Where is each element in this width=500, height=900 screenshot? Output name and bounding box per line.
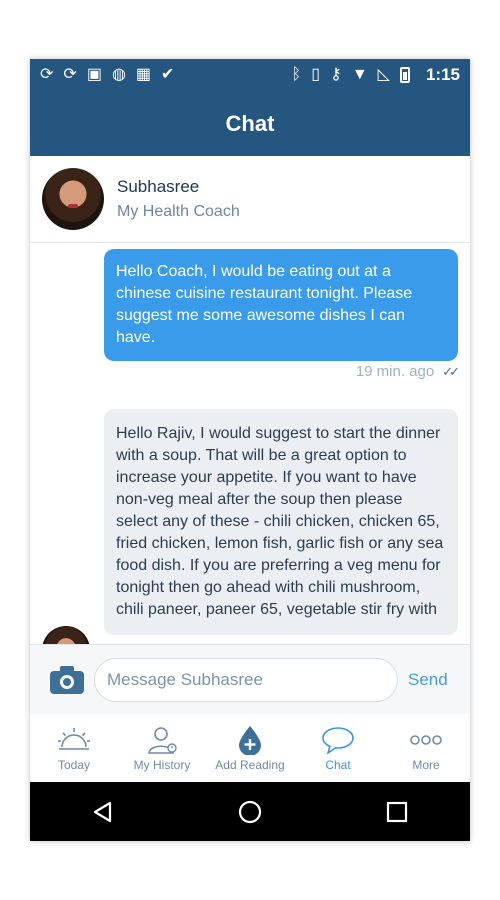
no-signal-icon: ◺ [377,66,390,83]
send-button[interactable]: Send [408,670,448,690]
coach-role: My Health Coach [117,203,240,220]
home-button[interactable] [220,792,280,832]
coach-name: Subhasree [117,177,200,196]
page-title: Chat [225,110,275,136]
vibrate-icon: ▯ [311,66,321,83]
coach-header[interactable]: Subhasree My Health Coach [30,156,470,243]
message-input[interactable] [94,658,398,702]
coach-avatar[interactable] [42,168,104,230]
wifi-icon: ▼ [351,66,368,83]
android-nav-bar [30,782,470,841]
tab-label-chat: Chat [325,758,351,772]
recents-button[interactable] [367,792,427,832]
app-bar: Chat [30,91,470,157]
back-triangle-icon [94,801,112,822]
tab-today[interactable]: Today [30,714,118,782]
sync-icon: ⟳ [63,66,77,83]
message-list[interactable]: Hello Coach, I would be eating out at a … [30,243,470,644]
sync-icon: ⟳ [40,66,54,83]
more-dots-icon [409,726,443,754]
recents-square-icon [386,801,407,822]
calendar-icon: ▦ [135,66,152,83]
tab-label-more: More [412,758,440,772]
composer-bar: Send [30,644,470,716]
coach-message-avatar [42,626,90,644]
person-history-icon [145,726,179,754]
read-receipt-icon: ✓✓ [442,363,460,379]
battery-icon [399,67,410,83]
tab-label-today: Today [57,758,91,772]
phone-screen: ⟳ ⟳ ▣ ◍ ▦ ✔ ᛒ ▯ ⚷ ▼ ◺ 1:15 Chat Subhasre… [30,59,470,841]
tab-chat[interactable]: Chat [294,714,382,782]
key-icon: ⚷ [330,66,342,83]
checklist-icon: ✔ [161,66,175,83]
status-time: 1:15 [425,65,460,84]
outgoing-message[interactable]: Hello Coach, I would be eating out at a … [104,249,458,361]
tab-label-my-history: My History [133,758,191,772]
status-system: ᛒ ▯ ⚷ ▼ ◺ 1:15 [292,65,460,85]
tab-more[interactable]: More [382,714,470,782]
message-time: 19 min. ago [355,363,435,380]
chat-bubble-icon [321,726,355,754]
drop-plus-icon [233,726,267,755]
alarm-icon: ◍ [111,66,126,83]
camera-icon[interactable] [50,666,84,694]
sunrise-icon [57,726,91,754]
status-notifications: ⟳ ⟳ ▣ ◍ ▦ ✔ [40,67,174,83]
bottom-tab-bar: Today My History Add Reading Chat More [30,714,470,782]
coach-info: Subhasree My Health Coach [117,177,240,221]
message-meta: 19 min. ago ✓✓ [355,363,460,380]
status-bar: ⟳ ⟳ ▣ ◍ ▦ ✔ ᛒ ▯ ⚷ ▼ ◺ 1:15 [30,59,470,91]
back-button[interactable] [73,792,133,832]
tab-add-reading[interactable]: Add Reading [206,714,294,782]
tab-my-history[interactable]: My History [118,714,206,782]
incoming-message[interactable]: Hello Rajiv, I would suggest to start th… [104,409,458,635]
bluetooth-icon: ᛒ [291,66,302,83]
image-icon: ▣ [86,66,102,83]
tab-label-add-reading: Add Reading [215,758,285,772]
home-circle-icon [238,800,262,823]
